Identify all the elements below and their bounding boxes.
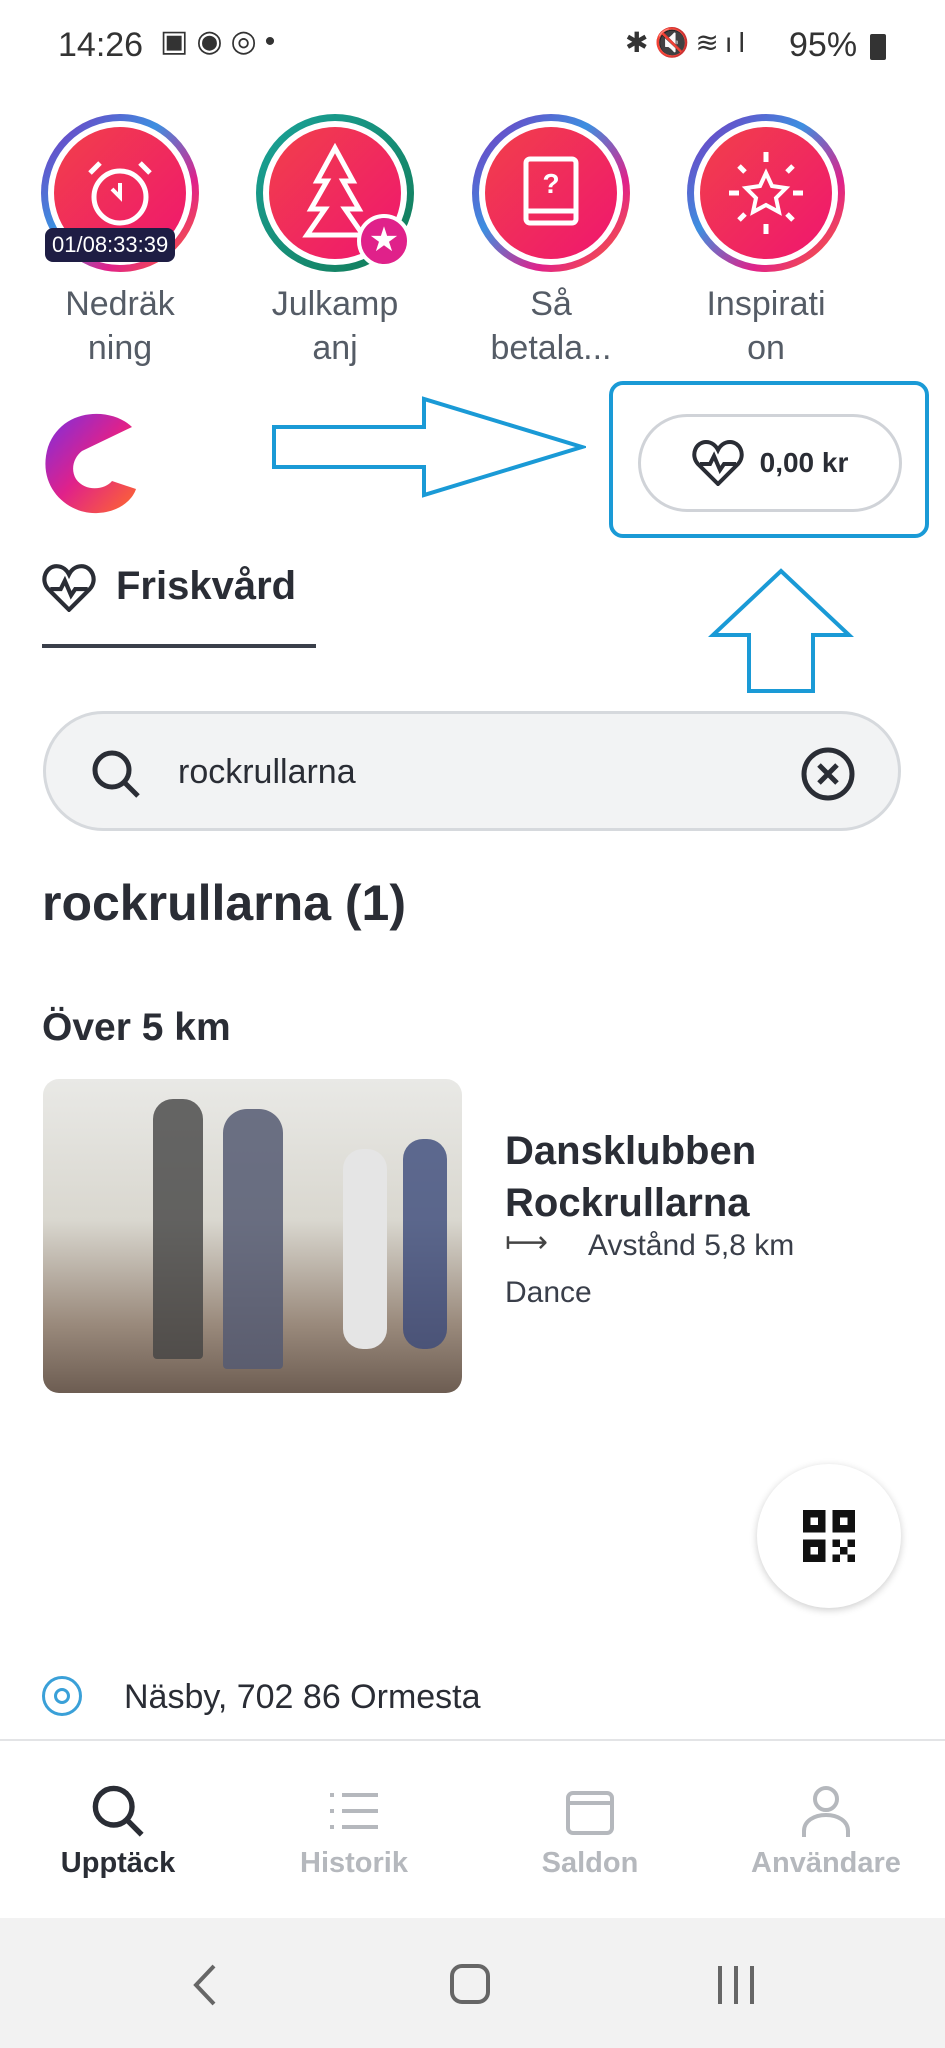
location-text[interactable]: Näsby, 702 86 Ormesta [124,1678,481,1717]
notification-icons: ▣◉◎• [160,25,284,58]
result-image [43,1079,462,1393]
story-how-to-pay[interactable]: ? Så betala... [463,114,639,370]
results-heading: rockrullarna (1) [42,875,407,931]
qr-code-icon [803,1510,855,1562]
back-icon[interactable] [190,1962,220,2008]
list-icon [330,1793,378,1829]
search-input[interactable] [178,744,798,800]
search-bar[interactable] [43,711,901,831]
nav-label: Historik [300,1847,408,1879]
help-book-icon: ? [523,156,579,226]
nav-label: Saldon [541,1847,639,1879]
nav-anvandare[interactable]: Användare [708,1783,944,1880]
nav-saldon[interactable]: Saldon [472,1783,708,1880]
heart-pulse-icon [692,440,744,486]
recents-icon[interactable] [714,1964,758,2006]
search-icon [92,1785,144,1837]
countdown-badge: 01/08:33:39 [45,228,176,262]
qr-scan-button[interactable] [757,1464,901,1608]
tab-friskvard[interactable]: Friskvård [42,560,316,648]
star-badge-icon: ★ [357,214,411,268]
nav-upptack[interactable]: Upptäck [0,1783,236,1880]
result-card[interactable]: Dansklubben Rockrullarna ⟼ Avstånd 5,8 k… [43,1079,903,1393]
system-status-icons: ✱🔇≋ıl [625,27,751,58]
story-christmas-campaign[interactable]: ★ Julkamp anj [247,114,423,370]
result-title: Rockrullarna [505,1181,750,1225]
story-inspiration[interactable]: Inspirati on [678,114,854,370]
story-label: anj [312,329,358,367]
distance-arrow-icon: ⟼ [505,1226,549,1259]
tab-label: Friskvård [116,564,297,608]
home-icon[interactable] [450,1964,490,2004]
clear-search-icon[interactable] [800,746,856,802]
battery-level: 95% [789,26,858,64]
story-label: betala... [490,329,612,367]
story-label: Nedräk [65,285,175,323]
star-burst-icon [729,152,803,234]
app-logo [45,413,136,514]
nav-label: Upptäck [60,1847,176,1879]
story-label: Inspirati [706,285,826,323]
status-bar: 14:26 ▣◉◎• ✱🔇≋ıl 95% [0,0,945,90]
location-icon [42,1676,82,1716]
clock: 14:26 [58,26,144,64]
story-label: ning [87,329,153,367]
search-icon [92,750,140,798]
system-nav-bar [0,1918,945,2048]
balance-amount: 0,00 kr [759,447,849,478]
heart-pulse-icon [42,564,96,612]
story-label: Så [530,285,572,323]
result-category: Dance [505,1276,592,1309]
annotation-arrow-right [272,396,586,498]
nav-historik[interactable]: Historik [236,1783,472,1880]
svg-text:?: ? [542,168,559,199]
annotation-arrow-up [708,568,854,693]
story-label: on [747,329,785,367]
wallet-icon [566,1791,614,1835]
result-title: Dansklubben [505,1129,757,1173]
battery-icon [870,34,886,60]
nav-label: Användare [751,1847,901,1879]
result-distance: Avstånd 5,8 km [588,1229,795,1262]
balance-button[interactable]: 0,00 kr [638,414,902,512]
section-heading: Över 5 km [42,1006,231,1049]
alarm-clock-icon [88,161,152,226]
user-icon [802,1786,850,1837]
story-countdown[interactable]: 01/08:33:39 Nedräk ning [32,114,208,370]
story-label: Julkamp [271,285,399,323]
bottom-nav: Upptäck Historik Saldon Användare [0,1739,945,1918]
